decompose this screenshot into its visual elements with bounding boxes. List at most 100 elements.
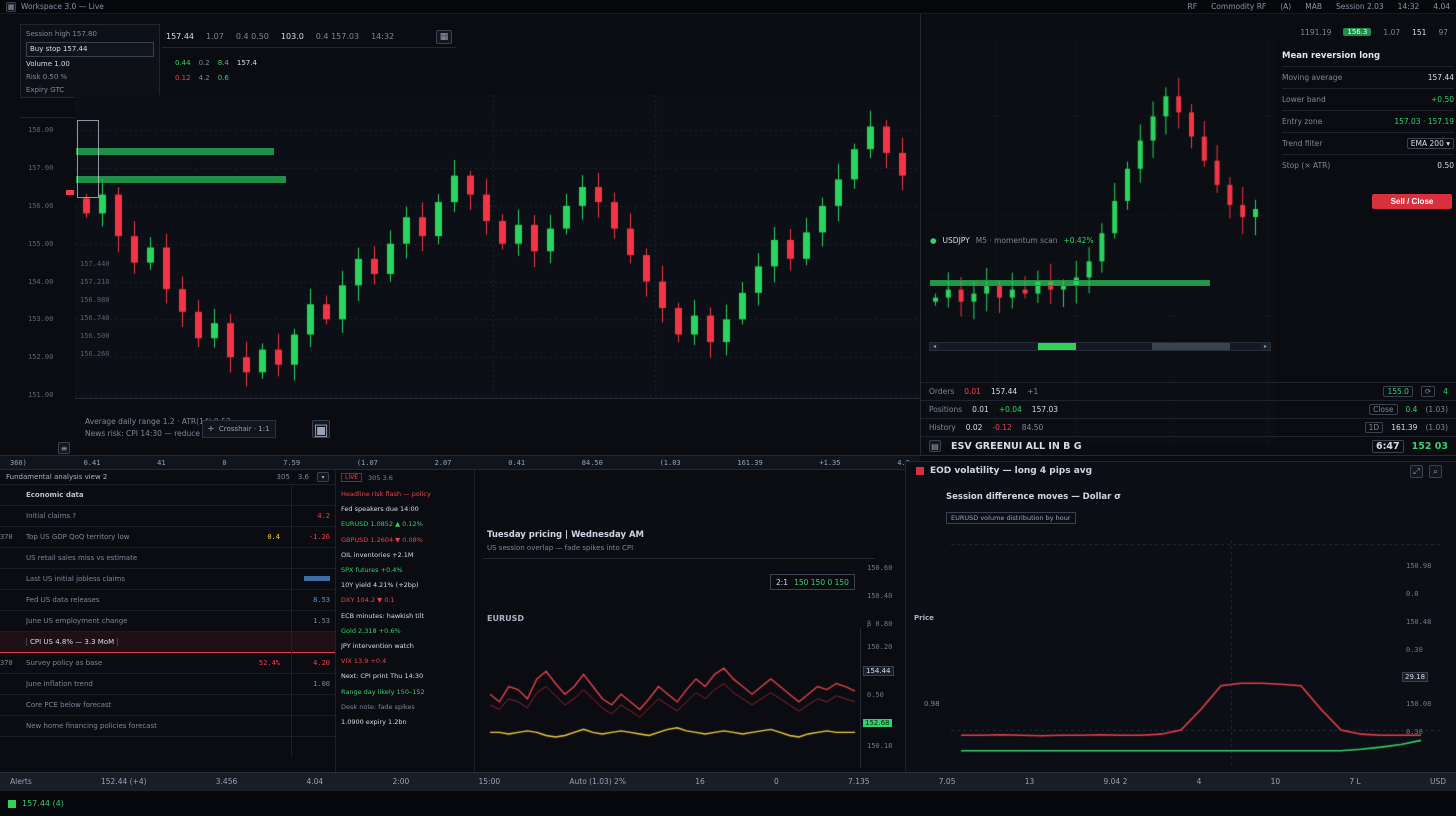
order-action-button[interactable]: 155.0 <box>1383 386 1412 397</box>
taskbar: 157.44 (4) <box>0 790 1456 816</box>
axis-label: 150.20 <box>867 643 892 651</box>
order-row[interactable]: Orders0.01157.44+1155.0⟳4 <box>921 382 1456 400</box>
order-cell: 0.01 <box>964 387 981 396</box>
taskbar-quote[interactable]: 157.44 (4) <box>22 799 64 808</box>
table-row[interactable]: Fed US data releases8.53 <box>0 590 335 611</box>
session-subtitle: US session overlap — fade spikes into CP… <box>487 544 633 552</box>
order-row[interactable]: Positions0.01+0.04157.03Close0.4(1.03) <box>921 400 1456 418</box>
risk-reward-box: 2:1 150 150 0 150 <box>770 574 855 590</box>
order-price-input[interactable]: Buy stop 157.44 <box>26 42 154 57</box>
fund-control-1[interactable]: 305 <box>276 473 289 481</box>
row-label: Economic data <box>26 491 288 499</box>
table-row[interactable]: 370Survey policy as base52.4%4.20 <box>0 653 335 674</box>
crosshair-icon[interactable]: ✛ <box>208 425 214 433</box>
status-item: 15:00 <box>479 777 501 786</box>
order-action-button[interactable]: 1D <box>1365 422 1384 433</box>
search-icon[interactable]: ⌕ <box>1429 465 1442 478</box>
order-action-button[interactable]: ⟳ <box>1421 386 1435 397</box>
scroll-right-icon[interactable]: ▸ <box>1261 343 1270 350</box>
news-line[interactable]: Desk note: fade spikes <box>341 700 469 715</box>
chart-scrollbar[interactable]: ◂ ▸ <box>929 342 1271 351</box>
strategy-row: Entry zone157.03 · 157.19 <box>1282 110 1454 132</box>
row-value <box>288 575 330 583</box>
news-line[interactable]: Fed speakers due 14:00 <box>341 502 469 517</box>
menubar-item[interactable]: MAB <box>1305 2 1322 11</box>
row-label: Initial claims ? <box>26 512 288 520</box>
menubar-item[interactable]: 4.04 <box>1433 2 1450 11</box>
session-chart-canvas[interactable] <box>485 628 861 768</box>
menubar-item[interactable]: RF <box>1188 2 1198 11</box>
strategy-title: Mean reversion long <box>1282 48 1454 66</box>
scrollbar-thumb[interactable] <box>1038 343 1076 350</box>
caret-down-icon[interactable]: ▾ <box>317 472 329 482</box>
row-label-text: Economic data <box>26 491 84 499</box>
status-item[interactable]: Alerts <box>10 777 32 786</box>
session-symbol: EURUSD <box>487 614 524 623</box>
menubar-item[interactable]: (A) <box>1280 2 1291 11</box>
main-chart-canvas[interactable] <box>75 95 920 399</box>
news-line[interactable]: ECB minutes: hawkish tilt <box>341 609 469 624</box>
table-row[interactable]: June US employment change1.53 <box>0 611 335 632</box>
news-line[interactable]: Range day likely 150–152 <box>341 685 469 700</box>
order-cell: 84.50 <box>1022 423 1043 432</box>
menubar-item[interactable]: 14:32 <box>1398 2 1420 11</box>
row-label-text: Top US GDP QoQ territory low <box>26 533 129 541</box>
symbol-signal-row[interactable]: ▤ ESV GREENUI ALL IN B G 6:47152 03 <box>921 436 1456 455</box>
menubar-item[interactable]: Commodity RF <box>1211 2 1266 11</box>
axis-label: 150.60 <box>867 564 892 572</box>
news-line[interactable]: SPX futures +0.4% <box>341 563 469 578</box>
fund-control-2[interactable]: 3.6 <box>298 473 309 481</box>
news-line[interactable]: 10Y yield 4.21% (+2bp) <box>341 578 469 593</box>
signal-value[interactable]: 6:47 <box>1372 440 1404 453</box>
menubar-item[interactable]: Session 2.03 <box>1336 2 1384 11</box>
scrollbar-range[interactable] <box>1152 343 1230 350</box>
table-row[interactable]: 370Top US GDP QoQ territory low0.4-1.26 <box>0 527 335 548</box>
table-row[interactable]: Core PCE below forecast <box>0 695 335 716</box>
table-row[interactable]: Initial claims ?4.2 <box>0 506 335 527</box>
axis-label: β 0.80 <box>867 620 892 628</box>
order-cell: 161.39 <box>1391 423 1417 432</box>
table-row[interactable]: US retail sales miss vs estimate <box>0 548 335 569</box>
order-cell: 0.01 <box>972 405 989 414</box>
row-label: Top US GDP QoQ territory low0.4 <box>26 533 288 541</box>
news-line[interactable]: 1.0900 expiry 1.2bn <box>341 715 469 730</box>
table-row[interactable]: June inflation trend1.00 <box>0 674 335 695</box>
chart-header-segment: +0.42% <box>1063 236 1093 245</box>
news-line[interactable]: Headline risk flash — policy <box>341 487 469 502</box>
table-row[interactable]: Last US initial jobless claims <box>0 569 335 590</box>
menu-icon[interactable]: ≡ <box>58 442 70 454</box>
news-line[interactable]: OIL inventories +2.1M <box>341 548 469 563</box>
order-action-button[interactable]: Close <box>1369 404 1397 415</box>
news-line[interactable]: DXY 104.2 ▼ 0.1 <box>341 593 469 608</box>
camera-icon[interactable]: ▣ <box>312 420 330 438</box>
status-item: 3.456 <box>216 777 237 786</box>
table-row[interactable]: Economic data <box>0 485 335 506</box>
strategy-row: Stop (× ATR)0.50 <box>1282 154 1454 176</box>
news-line[interactable]: Gold 2,318 +0.6% <box>341 624 469 639</box>
stat-value: 7.59 <box>283 459 300 467</box>
axis-label: 150.08 <box>1406 700 1431 708</box>
order-cell: 157.03 <box>1032 405 1058 414</box>
strategy-dropdown[interactable]: EMA 200 ▾ <box>1407 138 1454 149</box>
volatility-chart-canvas[interactable] <box>951 540 1441 768</box>
sell-button[interactable]: Sell / Close <box>1372 194 1452 209</box>
volume-zone-bar <box>76 176 286 183</box>
table-row[interactable]: New home financing policies forecast <box>0 716 335 737</box>
expand-icon[interactable]: ⤢ <box>1410 465 1423 478</box>
toolbar-readout: 103.0 <box>281 32 304 41</box>
news-line[interactable]: GBPUSD 1.2604 ▼ 0.08% <box>341 533 469 548</box>
stat-value: (1.07 <box>357 459 378 467</box>
drawing-toolbar[interactable]: ✛ Crosshair · 1:1 <box>202 420 276 438</box>
order-row[interactable]: History0.02-0.1284.501D161.39(1.03) <box>921 418 1456 436</box>
selection-rect <box>77 120 99 198</box>
table-row[interactable]: CPI US 4.8% — 3.3 MoM <box>0 632 335 653</box>
vol-tag[interactable]: EURUSD volume distribution by hour <box>946 512 1076 524</box>
status-item: 2:00 <box>392 777 409 786</box>
news-line[interactable]: VIX 13.9 +0.4 <box>341 654 469 669</box>
strip-value: 156.3 <box>1343 28 1371 36</box>
grid-icon[interactable]: ▦ <box>436 30 452 44</box>
news-line[interactable]: JPY intervention watch <box>341 639 469 654</box>
news-line[interactable]: Next: CPI print Thu 14:30 <box>341 669 469 684</box>
scroll-left-icon[interactable]: ◂ <box>930 343 939 350</box>
news-line[interactable]: EURUSD 1.0852 ▲ 0.12% <box>341 517 469 532</box>
